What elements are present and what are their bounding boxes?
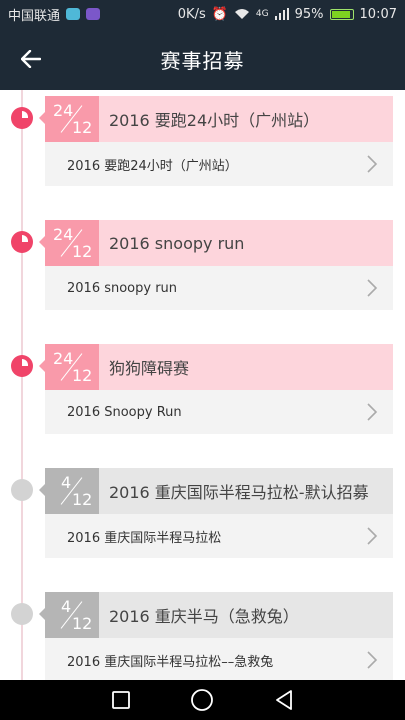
timeline-dot-active-icon bbox=[11, 231, 33, 253]
date-badge: 4 12 bbox=[45, 468, 99, 514]
chevron-right-icon bbox=[367, 527, 378, 545]
event-title: 2016 snoopy run bbox=[109, 233, 245, 253]
event-card-header[interactable]: 24 12 2016 要跑24小时（广州站） bbox=[39, 96, 393, 142]
carrier-label: 中国联通 bbox=[8, 8, 61, 24]
event-item[interactable]: 4 12 2016 重庆半马（急救兔） 2016 重庆国际半程马拉松––急救兔 bbox=[0, 588, 405, 680]
home-button[interactable] bbox=[188, 686, 216, 714]
clock: 10:07 bbox=[359, 6, 397, 22]
event-timeline: 24 12 2016 要跑24小时（广州站） 2016 要跑24小时（广州站） … bbox=[0, 90, 405, 680]
date-month: 12 bbox=[72, 614, 93, 633]
event-title: 狗狗障碍赛 bbox=[109, 359, 190, 378]
event-subtitle-row[interactable]: 2016 Snoopy Run bbox=[45, 390, 393, 434]
circle-home-icon bbox=[191, 689, 214, 711]
notification-app2-icon bbox=[86, 8, 101, 20]
battery-icon bbox=[329, 8, 354, 20]
alarm-icon: ⏰ bbox=[211, 6, 228, 22]
chevron-right-icon bbox=[367, 155, 378, 173]
page-title: 赛事招募 bbox=[160, 48, 245, 73]
date-badge: 24 12 bbox=[45, 344, 99, 390]
network-speed: 0K/s bbox=[177, 6, 206, 22]
event-card[interactable]: 24 12 2016 要跑24小时（广州站） 2016 要跑24小时（广州站） bbox=[39, 96, 393, 186]
back-button[interactable] bbox=[14, 42, 48, 76]
square-recent-icon bbox=[111, 691, 130, 709]
event-card[interactable]: 24 12 狗狗障碍赛 2016 Snoopy Run bbox=[39, 344, 393, 434]
system-nav-bar bbox=[0, 680, 405, 720]
event-subtitle-row[interactable]: 2016 重庆国际半程马拉松––急救兔 bbox=[45, 638, 393, 680]
event-card[interactable]: 24 12 2016 snoopy run 2016 snoopy run bbox=[39, 220, 393, 310]
date-month: 12 bbox=[72, 490, 93, 509]
event-subtitle-row[interactable]: 2016 要跑24小时（广州站） bbox=[45, 142, 393, 186]
event-card-header[interactable]: 4 12 2016 重庆半马（急救兔） bbox=[39, 592, 393, 638]
date-month: 12 bbox=[72, 366, 93, 385]
signal-type: 4G bbox=[255, 9, 269, 19]
status-bar: 中国联通 0K/s ⏰ 4G 95% 10:07 bbox=[0, 0, 405, 28]
event-title: 2016 重庆半马（急救兔） bbox=[109, 607, 299, 626]
date-day: 24 bbox=[53, 101, 74, 120]
event-title: 2016 重庆国际半程马拉松-默认招募 bbox=[109, 483, 369, 502]
event-subtitle: 2016 要跑24小时（广州站） bbox=[67, 158, 238, 174]
event-item[interactable]: 24 12 2016 snoopy run 2016 snoopy run bbox=[0, 216, 405, 310]
event-item[interactable]: 4 12 2016 重庆国际半程马拉松-默认招募 2016 重庆国际半程马拉松 bbox=[0, 464, 405, 558]
recent-apps-button[interactable] bbox=[107, 686, 135, 714]
event-card[interactable]: 4 12 2016 重庆半马（急救兔） 2016 重庆国际半程马拉松––急救兔 bbox=[39, 592, 393, 680]
chevron-right-icon bbox=[367, 651, 378, 669]
date-month: 12 bbox=[72, 242, 93, 261]
battery-percent: 95% bbox=[294, 6, 324, 22]
date-day: 4 bbox=[61, 597, 72, 616]
date-day: 24 bbox=[53, 225, 74, 244]
event-card[interactable]: 4 12 2016 重庆国际半程马拉松-默认招募 2016 重庆国际半程马拉松 bbox=[39, 468, 393, 558]
event-subtitle: 2016 重庆国际半程马拉松––急救兔 bbox=[67, 654, 274, 670]
event-item[interactable]: 24 12 2016 要跑24小时（广州站） 2016 要跑24小时（广州站） bbox=[0, 92, 405, 186]
event-subtitle-row[interactable]: 2016 snoopy run bbox=[45, 266, 393, 310]
date-badge: 24 12 bbox=[45, 220, 99, 266]
event-subtitle: 2016 snoopy run bbox=[67, 280, 178, 296]
event-card-header[interactable]: 24 12 狗狗障碍赛 bbox=[39, 344, 393, 390]
system-back-button[interactable] bbox=[270, 686, 298, 714]
arrow-left-icon bbox=[21, 50, 41, 68]
event-title: 2016 要跑24小时（广州站） bbox=[109, 111, 320, 130]
date-badge: 24 12 bbox=[45, 96, 99, 142]
timeline-dot-inactive-icon bbox=[11, 603, 33, 625]
signal-icon bbox=[274, 8, 289, 20]
date-month: 12 bbox=[72, 118, 93, 137]
timeline-dot-inactive-icon bbox=[11, 479, 33, 501]
chevron-right-icon bbox=[367, 403, 378, 421]
event-card-header[interactable]: 24 12 2016 snoopy run bbox=[39, 220, 393, 266]
wifi-icon bbox=[234, 9, 249, 19]
app-bar: 赛事招募 bbox=[0, 28, 405, 90]
date-badge: 4 12 bbox=[45, 592, 99, 638]
timeline-dot-active-icon bbox=[11, 107, 33, 129]
timeline-dot-active-icon bbox=[11, 355, 33, 377]
chevron-right-icon bbox=[367, 279, 378, 297]
event-subtitle-row[interactable]: 2016 重庆国际半程马拉松 bbox=[45, 514, 393, 558]
date-day: 4 bbox=[61, 473, 72, 492]
notification-app-icon bbox=[66, 8, 81, 20]
triangle-back-icon bbox=[276, 690, 293, 710]
event-subtitle: 2016 Snoopy Run bbox=[67, 404, 182, 420]
event-subtitle: 2016 重庆国际半程马拉松 bbox=[67, 530, 222, 546]
event-card-header[interactable]: 4 12 2016 重庆国际半程马拉松-默认招募 bbox=[39, 468, 393, 514]
event-item[interactable]: 24 12 狗狗障碍赛 2016 Snoopy Run bbox=[0, 340, 405, 434]
date-day: 24 bbox=[53, 349, 74, 368]
